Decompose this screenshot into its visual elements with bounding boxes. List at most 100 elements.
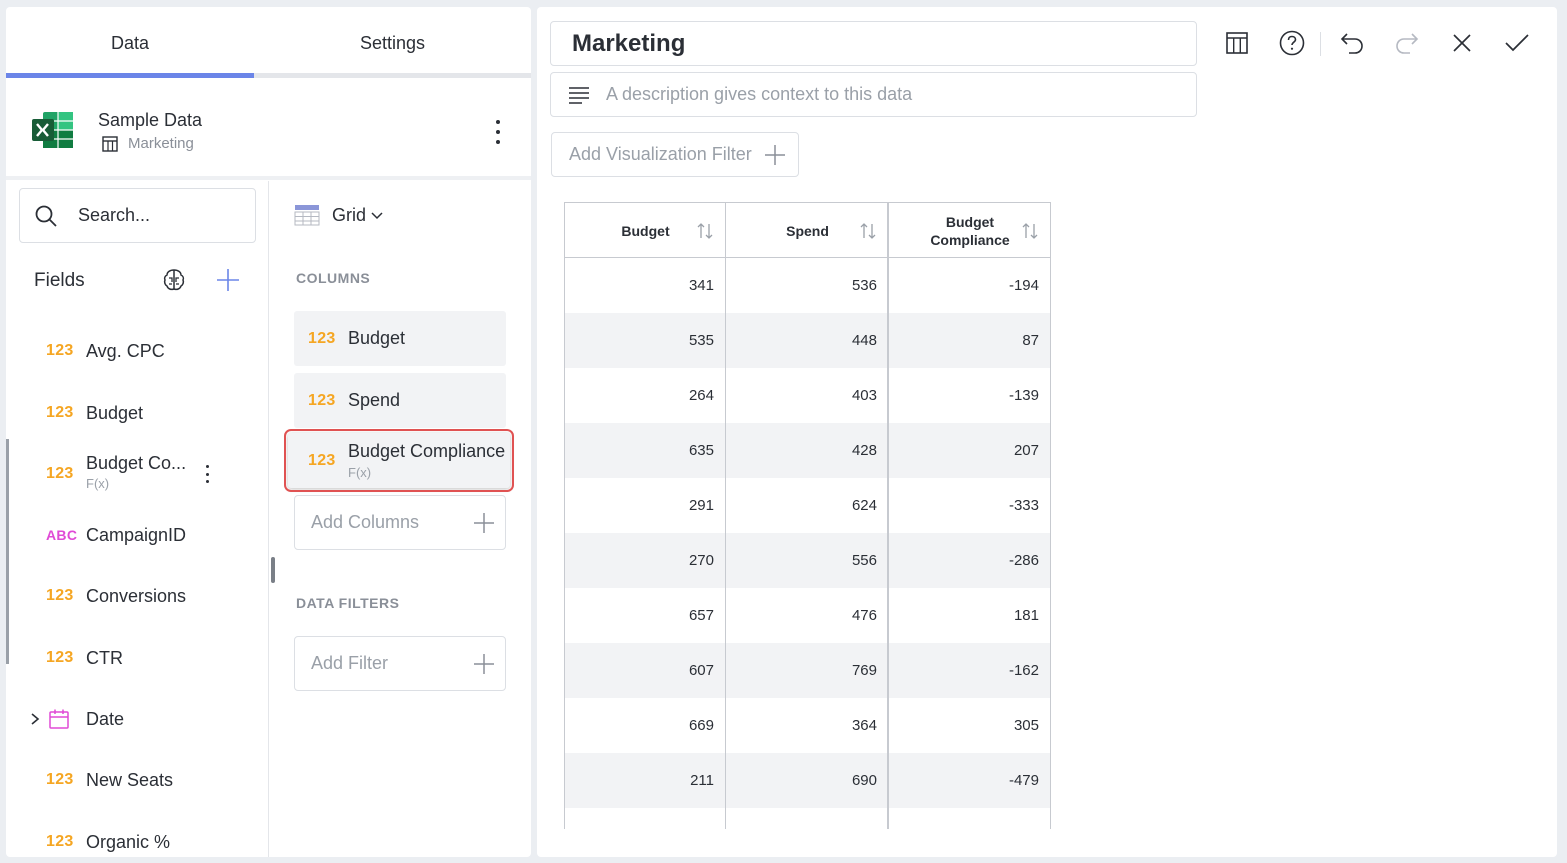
grid-header-row: Budget Spend Budget Compliance: [565, 203, 1051, 258]
tab-data[interactable]: Data: [6, 7, 254, 79]
table-cell: 769: [851, 662, 877, 679]
table-row[interactable]: 607 769 -162: [565, 643, 1051, 698]
data-source-menu-button[interactable]: [490, 120, 506, 144]
table-icon: [1226, 32, 1248, 54]
data-grid: Budget Spend Budget Compliance 341 536 -194 5…: [564, 202, 1051, 829]
table-row[interactable]: 291 624 -333: [565, 478, 1051, 533]
brain-icon[interactable]: [161, 267, 187, 293]
field-item-new-seats[interactable]: 123 New Seats: [6, 755, 269, 805]
sort-icon[interactable]: [859, 221, 877, 241]
column-chip-spend[interactable]: 123 Spend: [294, 373, 506, 428]
field-search-box[interactable]: [19, 188, 256, 243]
help-icon: [1279, 30, 1305, 56]
checkmark-icon: [1505, 34, 1529, 52]
field-name: Avg. CPC: [86, 340, 165, 361]
column-header[interactable]: Budget Compliance: [889, 203, 1051, 258]
table-row[interactable]: 341 536 -194: [565, 258, 1051, 313]
column-chip-budget[interactable]: 123 Budget: [294, 311, 506, 366]
close-button[interactable]: [1448, 29, 1476, 57]
column-header[interactable]: Budget: [565, 203, 726, 258]
field-item-organic[interactable]: 123 Organic %: [6, 817, 269, 857]
table-cell: 476: [851, 607, 877, 624]
field-name: Conversions: [86, 585, 187, 606]
number-type-icon: 123: [46, 649, 74, 666]
column-header-label: Budget Compliance: [930, 213, 1010, 248]
column-name: Budget: [348, 328, 406, 348]
table-cell: 207: [1013, 442, 1039, 459]
help-button[interactable]: [1278, 29, 1306, 57]
table-cell: 607: [688, 662, 714, 679]
column-name: Budget Compliance: [348, 441, 506, 461]
table-cell: 181: [1013, 607, 1039, 624]
table-cell: 657: [688, 607, 714, 624]
field-item-date[interactable]: Date: [6, 694, 269, 744]
sort-icon[interactable]: [1021, 221, 1039, 241]
chevron-down-icon: [371, 212, 383, 220]
visualization-title: Marketing: [572, 29, 686, 57]
add-columns-label: Add Columns: [311, 512, 420, 532]
table-row[interactable]: 270 556 -286: [565, 533, 1051, 588]
table-row[interactable]: 264 403 -139: [565, 368, 1051, 423]
field-item-conversions[interactable]: 123 Conversions: [6, 571, 269, 621]
fields-scrollbar[interactable]: [6, 439, 9, 664]
field-name: Date: [86, 708, 125, 729]
field-menu-button[interactable]: [203, 465, 211, 483]
number-type-icon: 123: [46, 404, 74, 421]
table-row[interactable]: 657 476 181: [565, 588, 1051, 643]
field-item-ctr[interactable]: 123 CTR: [6, 633, 269, 683]
add-filter-button[interactable]: Add Filter: [294, 636, 506, 691]
number-type-icon: 123: [46, 833, 74, 850]
number-type-icon: 123: [46, 342, 74, 359]
visualization-type-selector[interactable]: Grid: [294, 203, 384, 227]
table-row[interactable]: 635 428 207: [565, 423, 1051, 478]
table-cell: -286: [1008, 552, 1039, 569]
field-item-budget[interactable]: 123 Budget: [6, 388, 269, 438]
table-cell: 403: [851, 387, 877, 404]
field-item-budget-compliance[interactable]: 123 Budget Co... F(x): [6, 449, 269, 499]
data-source-header: Sample Data Marketing: [6, 80, 531, 180]
add-columns-button[interactable]: Add Columns: [294, 495, 506, 550]
redo-button[interactable]: [1393, 29, 1421, 57]
column-header-label: Spend: [786, 222, 829, 239]
column-name: Spend: [348, 390, 401, 410]
column-divider: [1050, 203, 1051, 829]
field-item-avg-cpc[interactable]: 123 Avg. CPC: [6, 326, 269, 376]
table-row[interactable]: 535 448 87: [565, 313, 1051, 368]
field-item-campaignid[interactable]: ABC CampaignID: [6, 510, 269, 560]
table-view-button[interactable]: [1223, 29, 1251, 57]
column-header[interactable]: Spend: [726, 203, 889, 258]
number-type-icon: 123: [308, 451, 336, 469]
table-cell: 428: [851, 442, 877, 459]
table-cell: -333: [1008, 497, 1039, 514]
confirm-button[interactable]: [1503, 29, 1531, 57]
sort-icon[interactable]: [696, 221, 714, 241]
add-filter-label: Add Filter: [311, 653, 389, 673]
active-tab-indicator: [6, 73, 254, 78]
chevron-right-icon[interactable]: [30, 712, 40, 726]
formula-label: F(x): [348, 465, 372, 480]
table-row[interactable]: 669 364 305: [565, 698, 1051, 753]
toolbar-divider: [1320, 32, 1321, 56]
table-cell: 635: [688, 442, 714, 459]
fields-label: Fields: [34, 270, 85, 291]
field-name: Organic %: [86, 831, 171, 852]
tab-settings[interactable]: Settings: [254, 7, 531, 79]
description-input[interactable]: A description gives context to this data: [550, 72, 1197, 117]
redo-icon: [1396, 33, 1419, 54]
text-lines-icon: [569, 86, 589, 104]
table-cell: 291: [688, 497, 714, 514]
add-field-icon[interactable]: [215, 267, 241, 293]
column-chip-budget-compliance[interactable]: 123 Budget Compliance F(x): [284, 429, 514, 492]
visualization-title-input[interactable]: Marketing: [550, 21, 1197, 66]
undo-icon: [1340, 33, 1363, 54]
undo-button[interactable]: [1338, 29, 1366, 57]
add-visualization-filter-button[interactable]: Add Visualization Filter: [551, 132, 799, 177]
number-type-icon: 123: [308, 329, 336, 347]
number-type-icon: 123: [46, 587, 74, 604]
table-cell: 690: [851, 772, 877, 789]
table-cell: 669: [688, 717, 714, 734]
search-input[interactable]: [78, 205, 238, 226]
description-placeholder: A description gives context to this data: [606, 84, 913, 104]
table-row[interactable]: 211 690 -479: [565, 753, 1051, 808]
table-cell: -162: [1008, 662, 1039, 679]
